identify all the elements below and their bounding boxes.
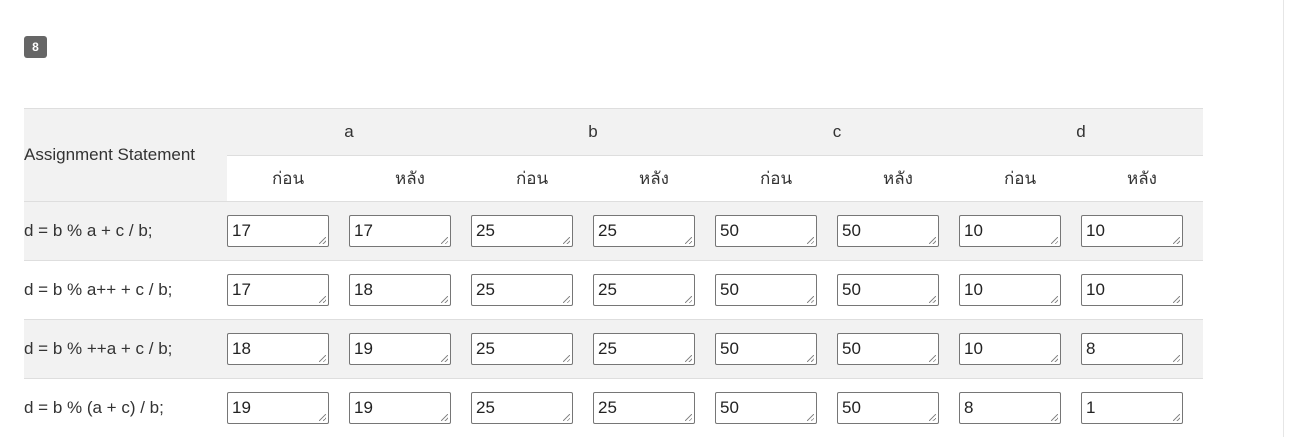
variable-header-a: a xyxy=(227,108,471,156)
resize-handle-icon[interactable] xyxy=(1173,414,1180,421)
table-row: d = b % ++a + c / b; 18 19 25 25 50 50 1… xyxy=(24,319,1203,379)
resize-handle-icon[interactable] xyxy=(929,414,936,421)
value-field[interactable]: 25 xyxy=(471,274,573,306)
statement-column-header: Assignment Statement xyxy=(24,108,227,202)
resize-handle-icon[interactable] xyxy=(1051,355,1058,362)
before-header: ก่อน xyxy=(227,155,349,202)
resize-handle-icon[interactable] xyxy=(319,414,326,421)
value-field[interactable]: 50 xyxy=(837,215,939,247)
right-divider xyxy=(1283,0,1284,437)
before-header: ก่อน xyxy=(715,155,837,202)
resize-handle-icon[interactable] xyxy=(441,355,448,362)
value-field[interactable]: 50 xyxy=(837,392,939,424)
resize-handle-icon[interactable] xyxy=(807,296,814,303)
value-field[interactable]: 10 xyxy=(959,333,1061,365)
resize-handle-icon[interactable] xyxy=(807,414,814,421)
before-header: ก่อน xyxy=(471,155,593,202)
statement-cell: d = b % a++ + c / b; xyxy=(24,260,227,320)
value-field[interactable]: 17 xyxy=(349,215,451,247)
value-field[interactable]: 25 xyxy=(471,333,573,365)
variable-header-b: b xyxy=(471,108,715,156)
value-field[interactable]: 18 xyxy=(227,333,329,365)
value-field[interactable]: 17 xyxy=(227,215,329,247)
value-field[interactable]: 10 xyxy=(1081,274,1183,306)
value-field[interactable]: 1 xyxy=(1081,392,1183,424)
value-field[interactable]: 10 xyxy=(1081,215,1183,247)
header-row-variables: Assignment Statement a b c d xyxy=(24,108,1203,202)
value-field[interactable]: 18 xyxy=(349,274,451,306)
value-field[interactable]: 50 xyxy=(715,392,817,424)
resize-handle-icon[interactable] xyxy=(563,296,570,303)
value-field[interactable]: 8 xyxy=(1081,333,1183,365)
after-header: หลัง xyxy=(1081,155,1203,202)
table-row: d = b % a + c / b; 17 17 25 25 50 50 10 … xyxy=(24,201,1203,261)
value-field[interactable]: 50 xyxy=(837,274,939,306)
value-field[interactable]: 25 xyxy=(471,215,573,247)
resize-handle-icon[interactable] xyxy=(1051,414,1058,421)
before-header: ก่อน xyxy=(959,155,1081,202)
statement-cell: d = b % (a + c) / b; xyxy=(24,378,227,437)
resize-handle-icon[interactable] xyxy=(563,355,570,362)
value-field[interactable]: 50 xyxy=(715,215,817,247)
resize-handle-icon[interactable] xyxy=(563,237,570,244)
resize-handle-icon[interactable] xyxy=(685,355,692,362)
assignment-table: Assignment Statement a b c d ก่อน หลัง ก… xyxy=(24,108,1203,437)
resize-handle-icon[interactable] xyxy=(807,237,814,244)
question-number-badge: 8 xyxy=(24,36,47,58)
resize-handle-icon[interactable] xyxy=(929,355,936,362)
value-field[interactable]: 50 xyxy=(715,333,817,365)
table-row: d = b % a++ + c / b; 17 18 25 25 50 50 1… xyxy=(24,260,1203,320)
value-field[interactable]: 19 xyxy=(227,392,329,424)
resize-handle-icon[interactable] xyxy=(685,414,692,421)
resize-handle-icon[interactable] xyxy=(929,237,936,244)
variable-header-c: c xyxy=(715,108,959,156)
value-field[interactable]: 19 xyxy=(349,392,451,424)
resize-handle-icon[interactable] xyxy=(441,414,448,421)
value-field[interactable]: 25 xyxy=(471,392,573,424)
resize-handle-icon[interactable] xyxy=(563,414,570,421)
value-field[interactable]: 8 xyxy=(959,392,1061,424)
resize-handle-icon[interactable] xyxy=(319,296,326,303)
value-field[interactable]: 50 xyxy=(715,274,817,306)
resize-handle-icon[interactable] xyxy=(1173,355,1180,362)
value-field[interactable]: 50 xyxy=(837,333,939,365)
resize-handle-icon[interactable] xyxy=(807,355,814,362)
value-field[interactable]: 10 xyxy=(959,215,1061,247)
resize-handle-icon[interactable] xyxy=(1173,296,1180,303)
resize-handle-icon[interactable] xyxy=(441,237,448,244)
value-field[interactable]: 25 xyxy=(593,333,695,365)
resize-handle-icon[interactable] xyxy=(319,237,326,244)
resize-handle-icon[interactable] xyxy=(685,237,692,244)
resize-handle-icon[interactable] xyxy=(319,355,326,362)
page: 8 Assignment Statement a b c d ก่อน หลัง… xyxy=(0,0,1300,437)
resize-handle-icon[interactable] xyxy=(685,296,692,303)
resize-handle-icon[interactable] xyxy=(1173,237,1180,244)
value-field[interactable]: 10 xyxy=(959,274,1061,306)
value-field[interactable]: 25 xyxy=(593,274,695,306)
resize-handle-icon[interactable] xyxy=(441,296,448,303)
value-field[interactable]: 25 xyxy=(593,392,695,424)
statement-cell: d = b % ++a + c / b; xyxy=(24,319,227,379)
after-header: หลัง xyxy=(593,155,715,202)
resize-handle-icon[interactable] xyxy=(929,296,936,303)
table-row: d = b % (a + c) / b; 19 19 25 25 50 50 8… xyxy=(24,378,1203,437)
variable-header-d: d xyxy=(959,108,1203,156)
value-field[interactable]: 25 xyxy=(593,215,695,247)
value-field[interactable]: 17 xyxy=(227,274,329,306)
value-field[interactable]: 19 xyxy=(349,333,451,365)
after-header: หลัง xyxy=(349,155,471,202)
resize-handle-icon[interactable] xyxy=(1051,237,1058,244)
resize-handle-icon[interactable] xyxy=(1051,296,1058,303)
after-header: หลัง xyxy=(837,155,959,202)
statement-cell: d = b % a + c / b; xyxy=(24,201,227,261)
